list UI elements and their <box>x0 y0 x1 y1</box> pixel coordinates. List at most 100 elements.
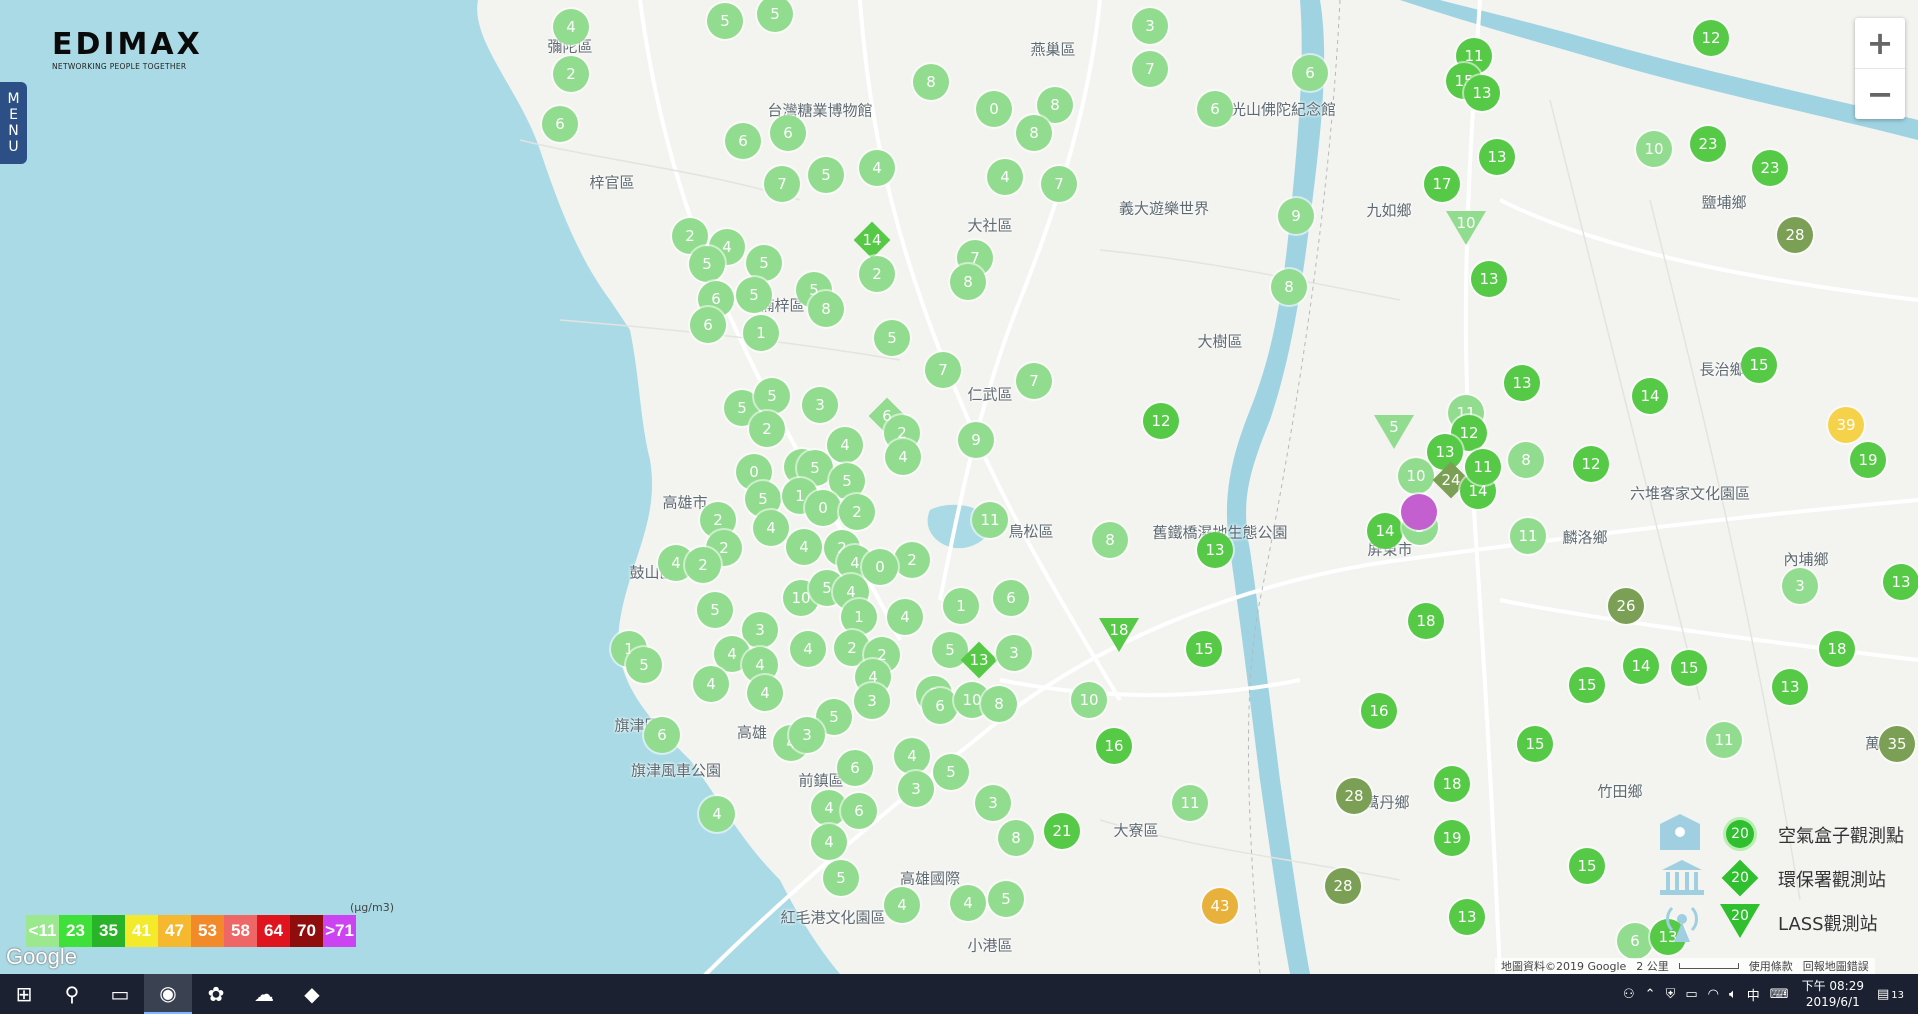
airbox-marker[interactable]: 8 <box>1271 269 1307 305</box>
airbox-marker[interactable]: 12 <box>1143 403 1179 439</box>
airbox-marker[interactable]: 4 <box>553 9 589 45</box>
app-icon-3[interactable]: ◆ <box>288 974 336 1014</box>
edimax-logo[interactable]: EDIMAX NETWORKING PEOPLE TOGETHER <box>52 30 200 72</box>
airbox-marker[interactable]: 4 <box>887 599 923 635</box>
zoom-in-button[interactable]: + <box>1855 18 1905 69</box>
airbox-marker[interactable]: 13 <box>1464 75 1500 111</box>
airbox-marker[interactable]: 6 <box>644 717 680 753</box>
airbox-marker[interactable]: 4 <box>790 631 826 667</box>
airbox-marker[interactable]: 15 <box>1569 667 1605 703</box>
menu-toggle-button[interactable]: MENU <box>0 82 27 164</box>
airbox-marker[interactable]: 6 <box>841 793 877 829</box>
airbox-marker[interactable]: 13 <box>1883 564 1918 600</box>
airbox-marker[interactable]: 10 <box>1636 131 1672 167</box>
zoom-out-button[interactable]: − <box>1855 69 1905 119</box>
airbox-marker[interactable]: 6 <box>1617 923 1653 959</box>
battery-icon[interactable]: ▭ <box>1680 987 1702 1002</box>
airbox-marker[interactable]: 8 <box>1508 442 1544 478</box>
airbox-marker[interactable]: 26 <box>1608 588 1644 624</box>
airbox-marker[interactable]: 13 <box>1772 669 1808 705</box>
chrome-icon[interactable]: ◉ <box>144 974 192 1014</box>
airbox-marker[interactable]: 1 <box>841 599 877 635</box>
airbox-marker[interactable]: 23 <box>1690 126 1726 162</box>
airbox-marker[interactable]: 5 <box>697 592 733 628</box>
airbox-marker[interactable]: 18 <box>1819 631 1855 667</box>
airbox-marker[interactable]: 2 <box>839 494 875 530</box>
airbox-marker[interactable]: 2 <box>859 256 895 292</box>
airbox-marker[interactable]: 3 <box>996 635 1032 671</box>
airbox-marker[interactable]: 14 <box>1632 378 1668 414</box>
file-explorer-icon[interactable]: ▭ <box>96 974 144 1014</box>
airbox-marker[interactable]: 2 <box>894 542 930 578</box>
airbox-marker[interactable]: 2 <box>685 547 721 583</box>
airbox-marker[interactable]: 15 <box>1517 726 1553 762</box>
volume-icon[interactable]: 🔈︎ <box>1724 987 1742 1002</box>
airbox-marker[interactable]: 43 <box>1202 888 1238 924</box>
lass-station-marker[interactable]: 5 <box>1374 415 1414 451</box>
airbox-marker[interactable]: 3 <box>1132 8 1168 44</box>
airbox-marker[interactable]: 5 <box>754 378 790 414</box>
airbox-marker[interactable]: 7 <box>925 352 961 388</box>
airbox-marker[interactable]: 10 <box>1398 458 1434 494</box>
airbox-marker[interactable]: 15 <box>1569 848 1605 884</box>
airbox-marker[interactable]: 4 <box>894 738 930 774</box>
airbox-marker[interactable] <box>1401 494 1437 530</box>
airbox-marker[interactable]: 39 <box>1828 407 1864 443</box>
airbox-marker[interactable]: 16 <box>1096 728 1132 764</box>
app-icon-2[interactable]: ☁ <box>240 974 288 1014</box>
airbox-marker[interactable]: 6 <box>542 106 578 142</box>
airbox-marker[interactable]: 21 <box>1044 813 1080 849</box>
airbox-marker[interactable]: 8 <box>981 686 1017 722</box>
airbox-marker[interactable]: 35 <box>1879 726 1915 762</box>
airbox-marker[interactable]: 15 <box>1186 631 1222 667</box>
airbox-marker[interactable]: 4 <box>699 796 735 832</box>
airbox-marker[interactable]: 5 <box>626 647 662 683</box>
airbox-marker[interactable]: 15 <box>1741 347 1777 383</box>
airbox-marker[interactable]: 15 <box>1671 650 1707 686</box>
airbox-marker[interactable]: 1 <box>743 315 779 351</box>
airbox-marker[interactable]: 9 <box>958 422 994 458</box>
airbox-marker[interactable]: 3 <box>802 387 838 423</box>
airbox-marker[interactable]: 4 <box>753 510 789 546</box>
airbox-marker[interactable]: 7 <box>1016 363 1052 399</box>
airbox-marker[interactable]: 6 <box>1197 91 1233 127</box>
airbox-marker[interactable]: 3 <box>1782 568 1818 604</box>
airbox-marker[interactable]: 13 <box>1449 899 1485 935</box>
airbox-marker[interactable]: 13 <box>1479 139 1515 175</box>
airbox-marker[interactable]: 2 <box>749 411 785 447</box>
airbox-marker[interactable]: 8 <box>998 820 1034 856</box>
airbox-marker[interactable]: 9 <box>1278 198 1314 234</box>
airbox-marker[interactable]: 14 <box>1367 513 1403 549</box>
airbox-marker[interactable]: 4 <box>885 439 921 475</box>
airbox-marker[interactable]: 28 <box>1777 217 1813 253</box>
airbox-marker[interactable]: 5 <box>988 881 1024 917</box>
airbox-marker[interactable]: 6 <box>1292 55 1328 91</box>
person-icon[interactable]: ⚇ <box>1618 987 1640 1002</box>
wifi-icon[interactable]: ◠ <box>1703 987 1724 1002</box>
airbox-marker[interactable]: 10 <box>1071 682 1107 718</box>
airbox-marker[interactable]: 3 <box>789 717 825 753</box>
lass-station-marker[interactable]: 10 <box>1446 211 1486 247</box>
airbox-marker[interactable]: 4 <box>884 887 920 923</box>
airbox-marker[interactable]: 4 <box>811 824 847 860</box>
airbox-marker[interactable]: 19 <box>1850 442 1886 478</box>
airbox-marker[interactable]: 14 <box>1623 648 1659 684</box>
airbox-marker[interactable]: 6 <box>922 688 958 724</box>
airbox-marker[interactable]: 13 <box>1504 365 1540 401</box>
airbox-marker[interactable]: 1 <box>943 588 979 624</box>
airbox-marker[interactable]: 18 <box>1408 603 1444 639</box>
clock[interactable]: 下午 08:29 2019/6/1 <box>1794 978 1872 1010</box>
airbox-marker[interactable]: 3 <box>898 771 934 807</box>
airbox-marker[interactable]: 28 <box>1325 868 1361 904</box>
airbox-marker[interactable]: 8 <box>808 291 844 327</box>
airbox-marker[interactable]: 18 <box>1434 766 1470 802</box>
epa-station-marker[interactable]: 14 <box>854 222 890 258</box>
airbox-marker[interactable]: 5 <box>689 246 725 282</box>
airbox-marker[interactable]: 0 <box>976 91 1012 127</box>
airbox-marker[interactable]: 5 <box>707 3 743 39</box>
airbox-marker[interactable]: 6 <box>837 750 873 786</box>
notification-center-icon[interactable]: ▤ 13 <box>1872 987 1918 1002</box>
airbox-marker[interactable]: 23 <box>1752 150 1788 186</box>
airbox-marker[interactable]: 8 <box>950 264 986 300</box>
airbox-marker[interactable]: 13 <box>1471 261 1507 297</box>
